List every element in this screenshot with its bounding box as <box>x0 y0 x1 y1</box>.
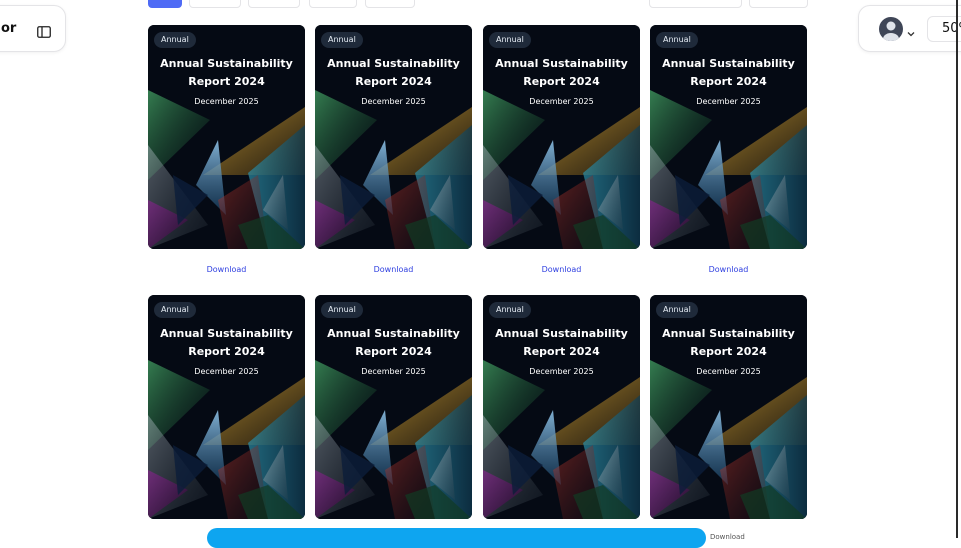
category-badge: Annual <box>154 302 196 318</box>
card-title: Annual Sustainability Report 2024 <box>495 327 628 358</box>
card-date: December 2025 <box>696 367 761 376</box>
report-card[interactable]: Annual Annual Sustainability Report 2024 … <box>483 295 640 519</box>
avatar[interactable] <box>879 17 903 41</box>
download-link-peek[interactable]: Download <box>710 533 745 541</box>
card-date: December 2025 <box>361 97 426 106</box>
card-title: Annual Sustainability Report 2024 <box>160 327 293 358</box>
toolbar-button[interactable] <box>309 0 357 8</box>
report-card[interactable]: Annual Annual Sustainability Report 2024 … <box>148 25 305 249</box>
toolbar-button[interactable] <box>189 0 241 8</box>
card-title: Annual Sustainability Report 2024 <box>495 57 628 88</box>
category-badge: Annual <box>656 302 698 318</box>
report-card[interactable]: Annual Annual Sustainability Report 2024 … <box>650 25 807 249</box>
divider <box>956 0 958 538</box>
card-date: December 2025 <box>529 367 594 376</box>
card-title: Annual Sustainability Report 2024 <box>662 327 795 358</box>
report-card[interactable]: Annual Annual Sustainability Report 2024 … <box>315 25 472 249</box>
card-title: Annual Sustainability Report 2024 <box>327 57 460 88</box>
card-date: December 2025 <box>696 97 761 106</box>
download-link[interactable]: Download <box>650 265 807 274</box>
card-date: December 2025 <box>194 367 259 376</box>
primary-action-bar[interactable] <box>207 528 706 548</box>
card-date: December 2025 <box>194 97 259 106</box>
toolbar-button-active[interactable] <box>148 0 182 8</box>
card-title: Annual Sustainability Report 2024 <box>160 57 293 88</box>
report-card[interactable]: Annual Annual Sustainability Report 2024 … <box>148 295 305 519</box>
toolbar-button[interactable] <box>365 0 415 8</box>
card-title: Annual Sustainability Report 2024 <box>327 327 460 358</box>
card-title: Annual Sustainability Report 2024 <box>662 57 795 88</box>
right-floating-panel: 50% <box>858 5 961 52</box>
chevron-down-icon[interactable] <box>907 22 915 41</box>
toolbar-button[interactable] <box>749 0 808 8</box>
category-badge: Annual <box>489 302 531 318</box>
report-card[interactable]: Annual Annual Sustainability Report 2024 … <box>483 25 640 249</box>
category-badge: Annual <box>154 32 196 48</box>
download-link[interactable]: Download <box>483 265 640 274</box>
card-date: December 2025 <box>361 367 426 376</box>
report-card[interactable]: Annual Annual Sustainability Report 2024 … <box>650 295 807 519</box>
report-card[interactable]: Annual Annual Sustainability Report 2024 … <box>315 295 472 519</box>
left-floating-panel: or <box>0 5 66 52</box>
download-link[interactable]: Download <box>148 265 305 274</box>
sidebar-toggle-icon[interactable] <box>37 23 51 42</box>
category-badge: Annual <box>489 32 531 48</box>
toolbar-button[interactable] <box>649 0 742 8</box>
category-badge: Annual <box>656 32 698 48</box>
left-panel-text: or <box>1 21 17 36</box>
toolbar-button[interactable] <box>248 0 300 8</box>
download-link[interactable]: Download <box>315 265 472 274</box>
category-badge: Annual <box>321 302 363 318</box>
category-badge: Annual <box>321 32 363 48</box>
card-date: December 2025 <box>529 97 594 106</box>
